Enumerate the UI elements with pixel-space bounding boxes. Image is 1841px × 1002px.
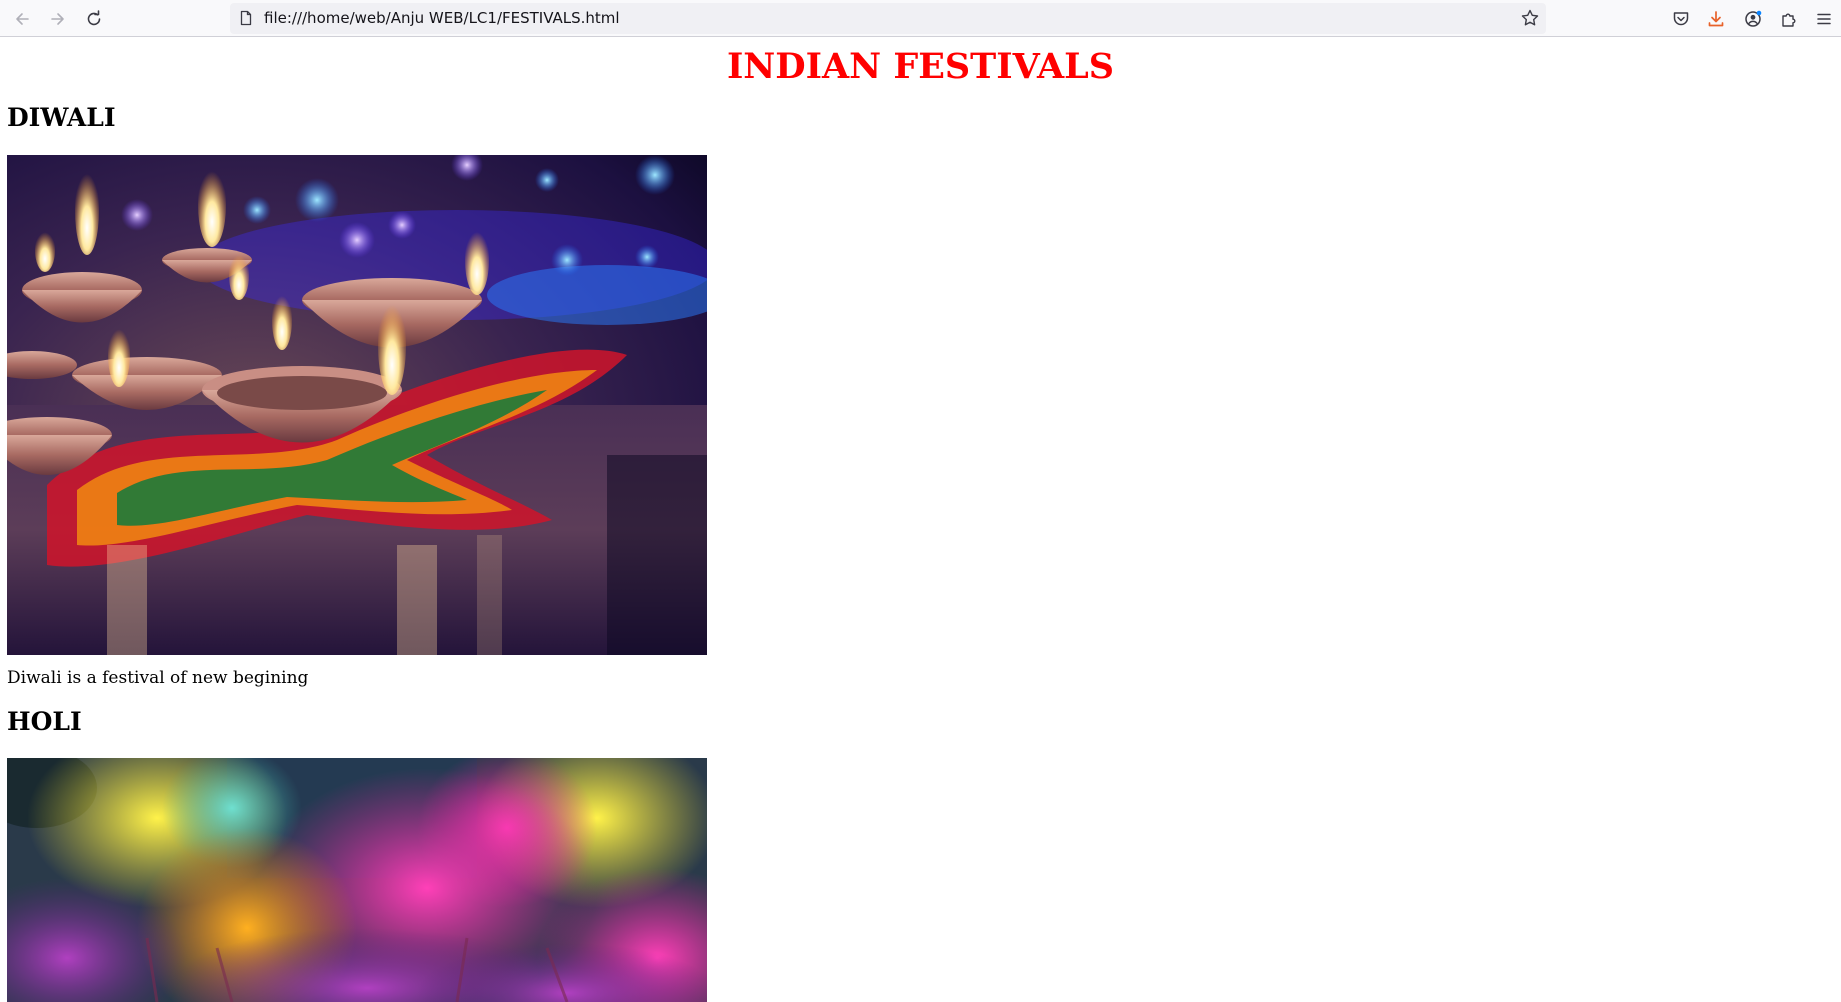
url-text[interactable]: file:///home/web/Anju WEB/LC1/FESTIVALS.… xyxy=(264,9,620,27)
diwali-heading: DIWALI xyxy=(7,103,116,132)
holi-colors-image xyxy=(7,758,707,1002)
page-title: INDIAN FESTIVALS xyxy=(726,46,1115,87)
holi-image xyxy=(7,758,707,1002)
page-content: INDIAN FESTIVALS DIWALI Diwali is a fest… xyxy=(0,38,1841,1002)
back-arrow-icon xyxy=(16,13,29,25)
pocket-icon xyxy=(1673,12,1689,26)
download-icon xyxy=(1708,11,1724,27)
back-button[interactable] xyxy=(8,5,36,33)
page-icon xyxy=(240,10,252,26)
pocket-button[interactable] xyxy=(1667,5,1695,33)
address-bar[interactable]: file:///home/web/Anju WEB/LC1/FESTIVALS.… xyxy=(230,3,1546,34)
account-button[interactable] xyxy=(1739,5,1767,33)
diwali-image xyxy=(7,155,707,655)
reload-button[interactable] xyxy=(80,5,108,33)
forward-button[interactable] xyxy=(44,5,72,33)
puzzle-icon xyxy=(1782,13,1796,27)
extensions-button[interactable] xyxy=(1775,5,1803,33)
holi-heading: HOLI xyxy=(7,707,82,736)
menu-button[interactable] xyxy=(1810,5,1838,33)
reload-icon xyxy=(87,10,101,26)
browser-toolbar: file:///home/web/Anju WEB/LC1/FESTIVALS.… xyxy=(0,0,1841,37)
bookmark-star-icon[interactable] xyxy=(1520,8,1540,28)
downloads-button[interactable] xyxy=(1702,5,1730,33)
diwali-lamps-image xyxy=(7,155,707,655)
diwali-caption: Diwali is a festival of new begining xyxy=(7,668,309,688)
forward-arrow-icon xyxy=(51,13,64,25)
hamburger-menu-icon xyxy=(1817,13,1831,25)
account-icon xyxy=(1745,10,1762,27)
